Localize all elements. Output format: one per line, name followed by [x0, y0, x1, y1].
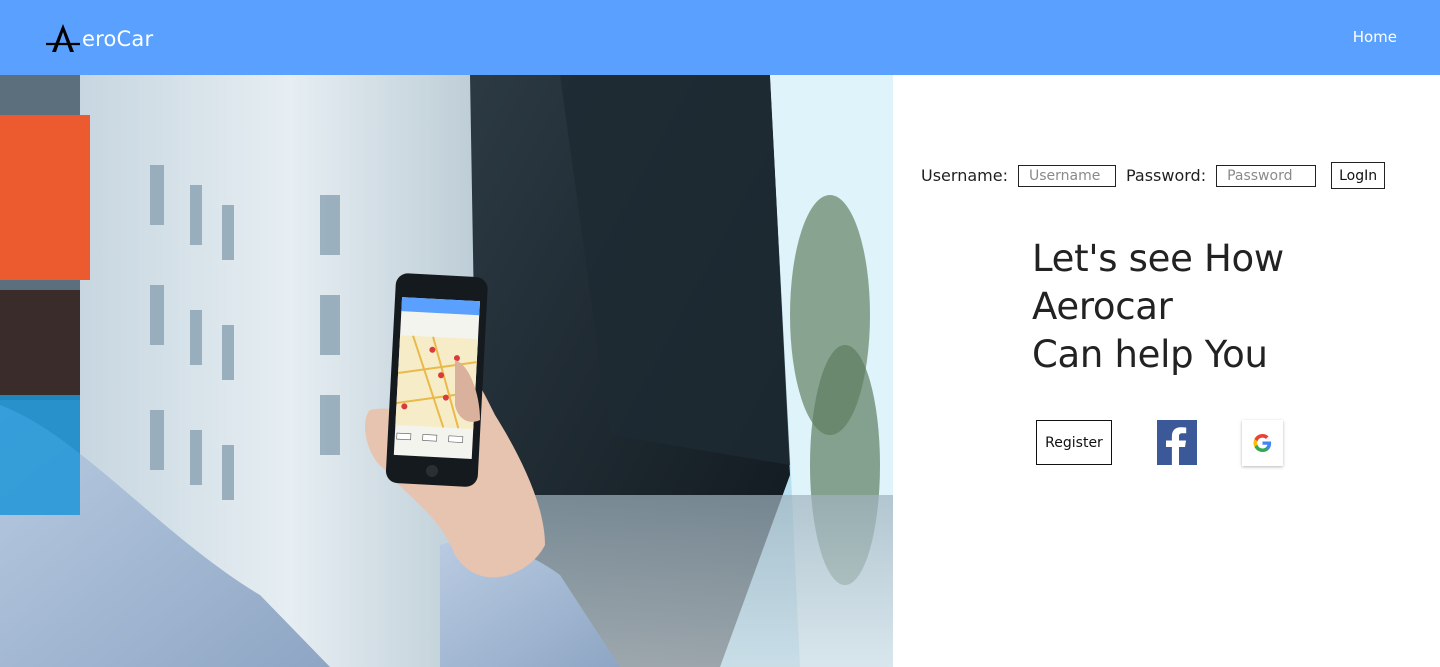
- login-button[interactable]: LogIn: [1331, 162, 1386, 189]
- aerocar-logo-icon: [46, 24, 80, 52]
- username-label: Username:: [921, 166, 1008, 185]
- headline-line-1: Let's see How: [1032, 237, 1284, 280]
- facebook-icon: [1157, 420, 1197, 465]
- brand-link[interactable]: eroCar: [44, 22, 153, 54]
- headline-line-3: Can help You: [1032, 333, 1268, 376]
- brand-text: eroCar: [82, 27, 154, 51]
- username-input[interactable]: [1017, 164, 1116, 187]
- page-headline: Let's see How Aerocar Can help You: [1032, 235, 1284, 379]
- hero-photo: [0, 75, 893, 667]
- facebook-login-button[interactable]: [1157, 420, 1197, 465]
- nav-home-link[interactable]: Home: [1353, 28, 1397, 46]
- login-panel: Username: Password: LogIn Let's see How …: [893, 75, 1440, 667]
- register-button[interactable]: Register: [1036, 420, 1112, 465]
- password-label: Password:: [1125, 166, 1207, 185]
- signup-actions: Register: [1036, 420, 1296, 466]
- login-form: Username: Password: LogIn: [921, 162, 1386, 189]
- google-icon: [1253, 434, 1272, 452]
- google-login-button[interactable]: [1242, 420, 1283, 466]
- password-input[interactable]: [1216, 164, 1317, 187]
- navbar: eroCar Home: [0, 0, 1440, 75]
- headline-line-2: Aerocar: [1032, 285, 1173, 328]
